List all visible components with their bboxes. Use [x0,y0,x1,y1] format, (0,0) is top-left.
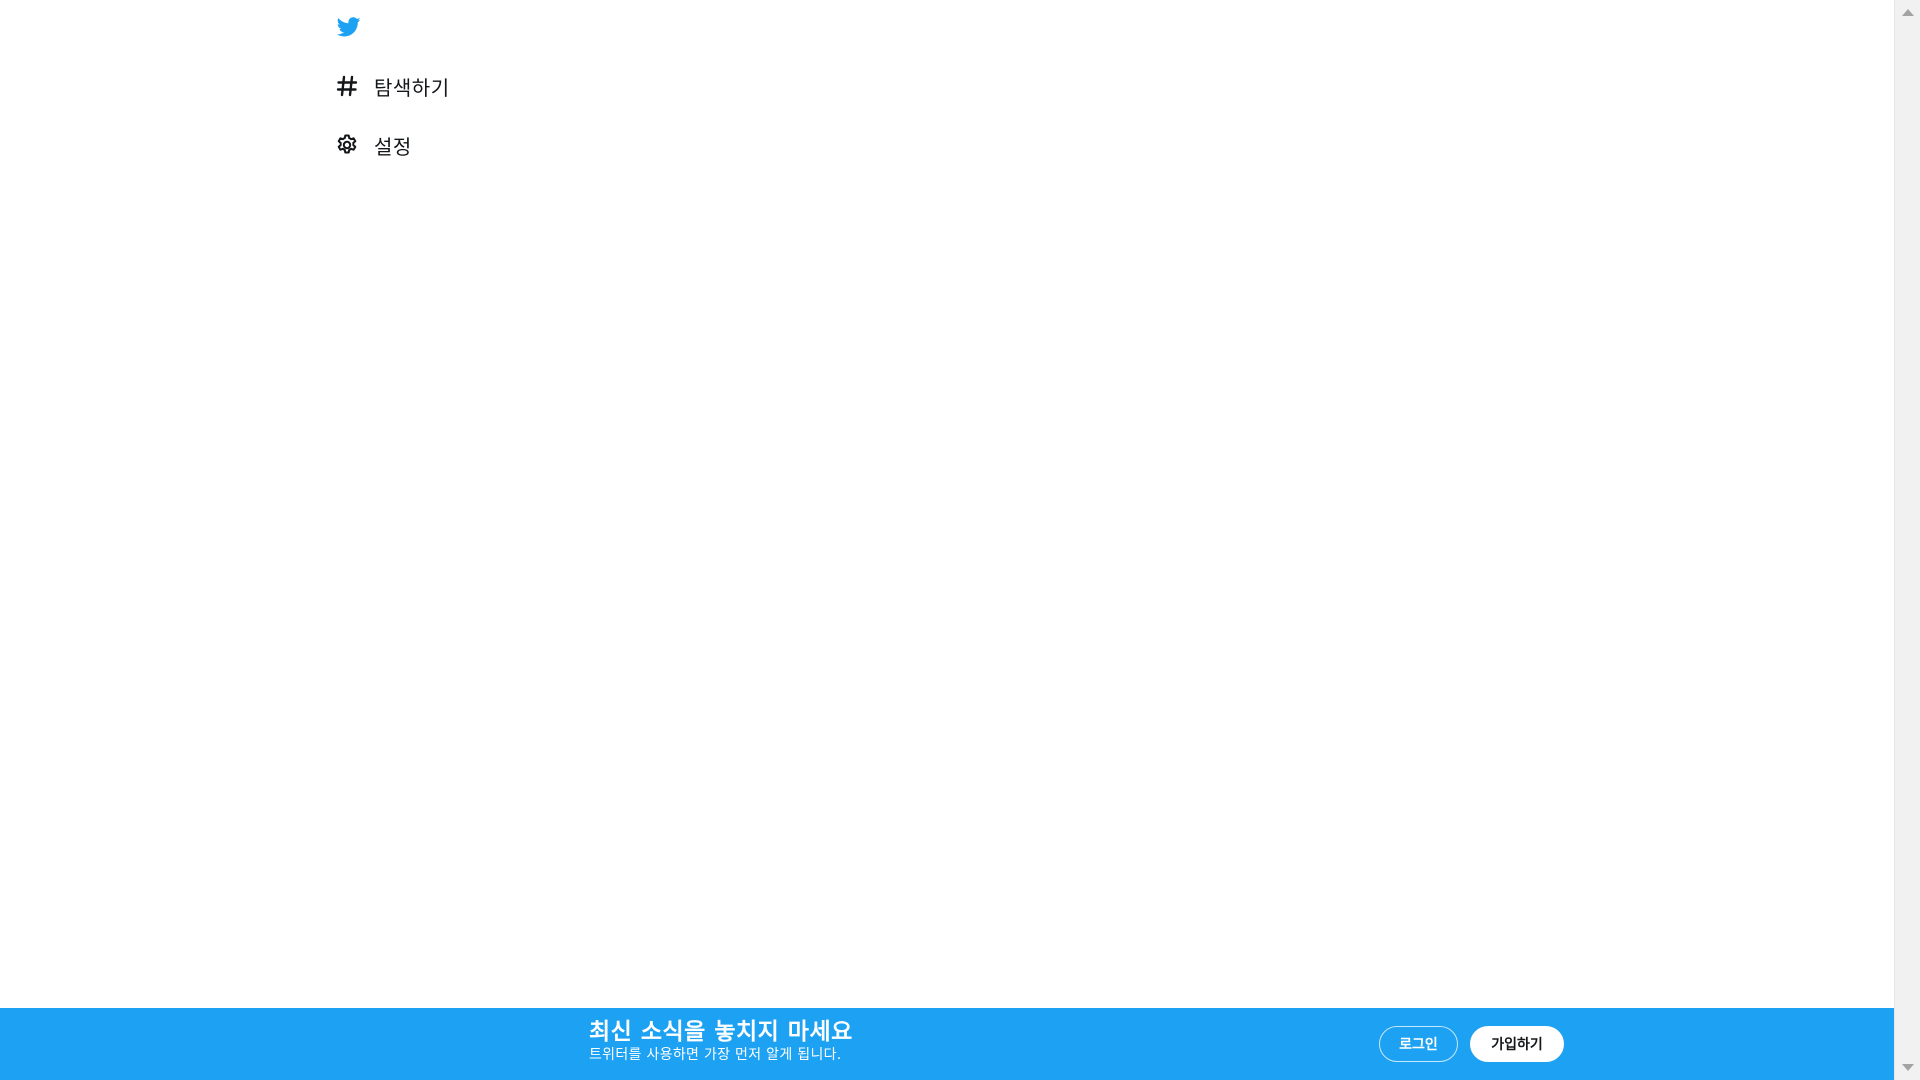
sidebar-item-explore[interactable]: 탐색하기 [330,64,450,108]
banner-subtitle: 트위터를 사용하면 가장 먼저 알게 됩니다. [589,1047,842,1063]
vertical-scrollbar[interactable] [1894,0,1920,1080]
login-button[interactable]: 로그인 [1379,1026,1458,1062]
sidebar-item-settings[interactable]: 설정 [330,123,412,167]
sidebar-item-label: 설정 [374,134,412,159]
scroll-up-arrow-icon[interactable] [1902,9,1914,16]
signup-banner: 최신 소식을 놓치지 마세요 트위터를 사용하면 가장 먼저 알게 됩니다. 로… [0,1008,1894,1080]
scroll-down-arrow-icon[interactable] [1902,1064,1914,1071]
banner-text: 최신 소식을 놓치지 마세요 트위터를 사용하면 가장 먼저 알게 됩니다. [589,1018,853,1064]
hashtag-icon [330,69,364,103]
banner-title: 최신 소식을 놓치지 마세요 [589,1019,853,1045]
twitter-logo-link[interactable] [334,12,364,42]
gear-icon [330,128,364,162]
twitter-bird-icon [336,17,361,37]
page: 탐색하기 설정 최신 소식을 놓치지 마세요 트위터를 사용하면 가장 먼저 알… [0,0,1920,1080]
signup-button[interactable]: 가입하기 [1470,1026,1564,1062]
main-content: 탐색하기 설정 최신 소식을 놓치지 마세요 트위터를 사용하면 가장 먼저 알… [0,0,1894,1080]
sidebar-item-label: 탐색하기 [374,75,450,100]
